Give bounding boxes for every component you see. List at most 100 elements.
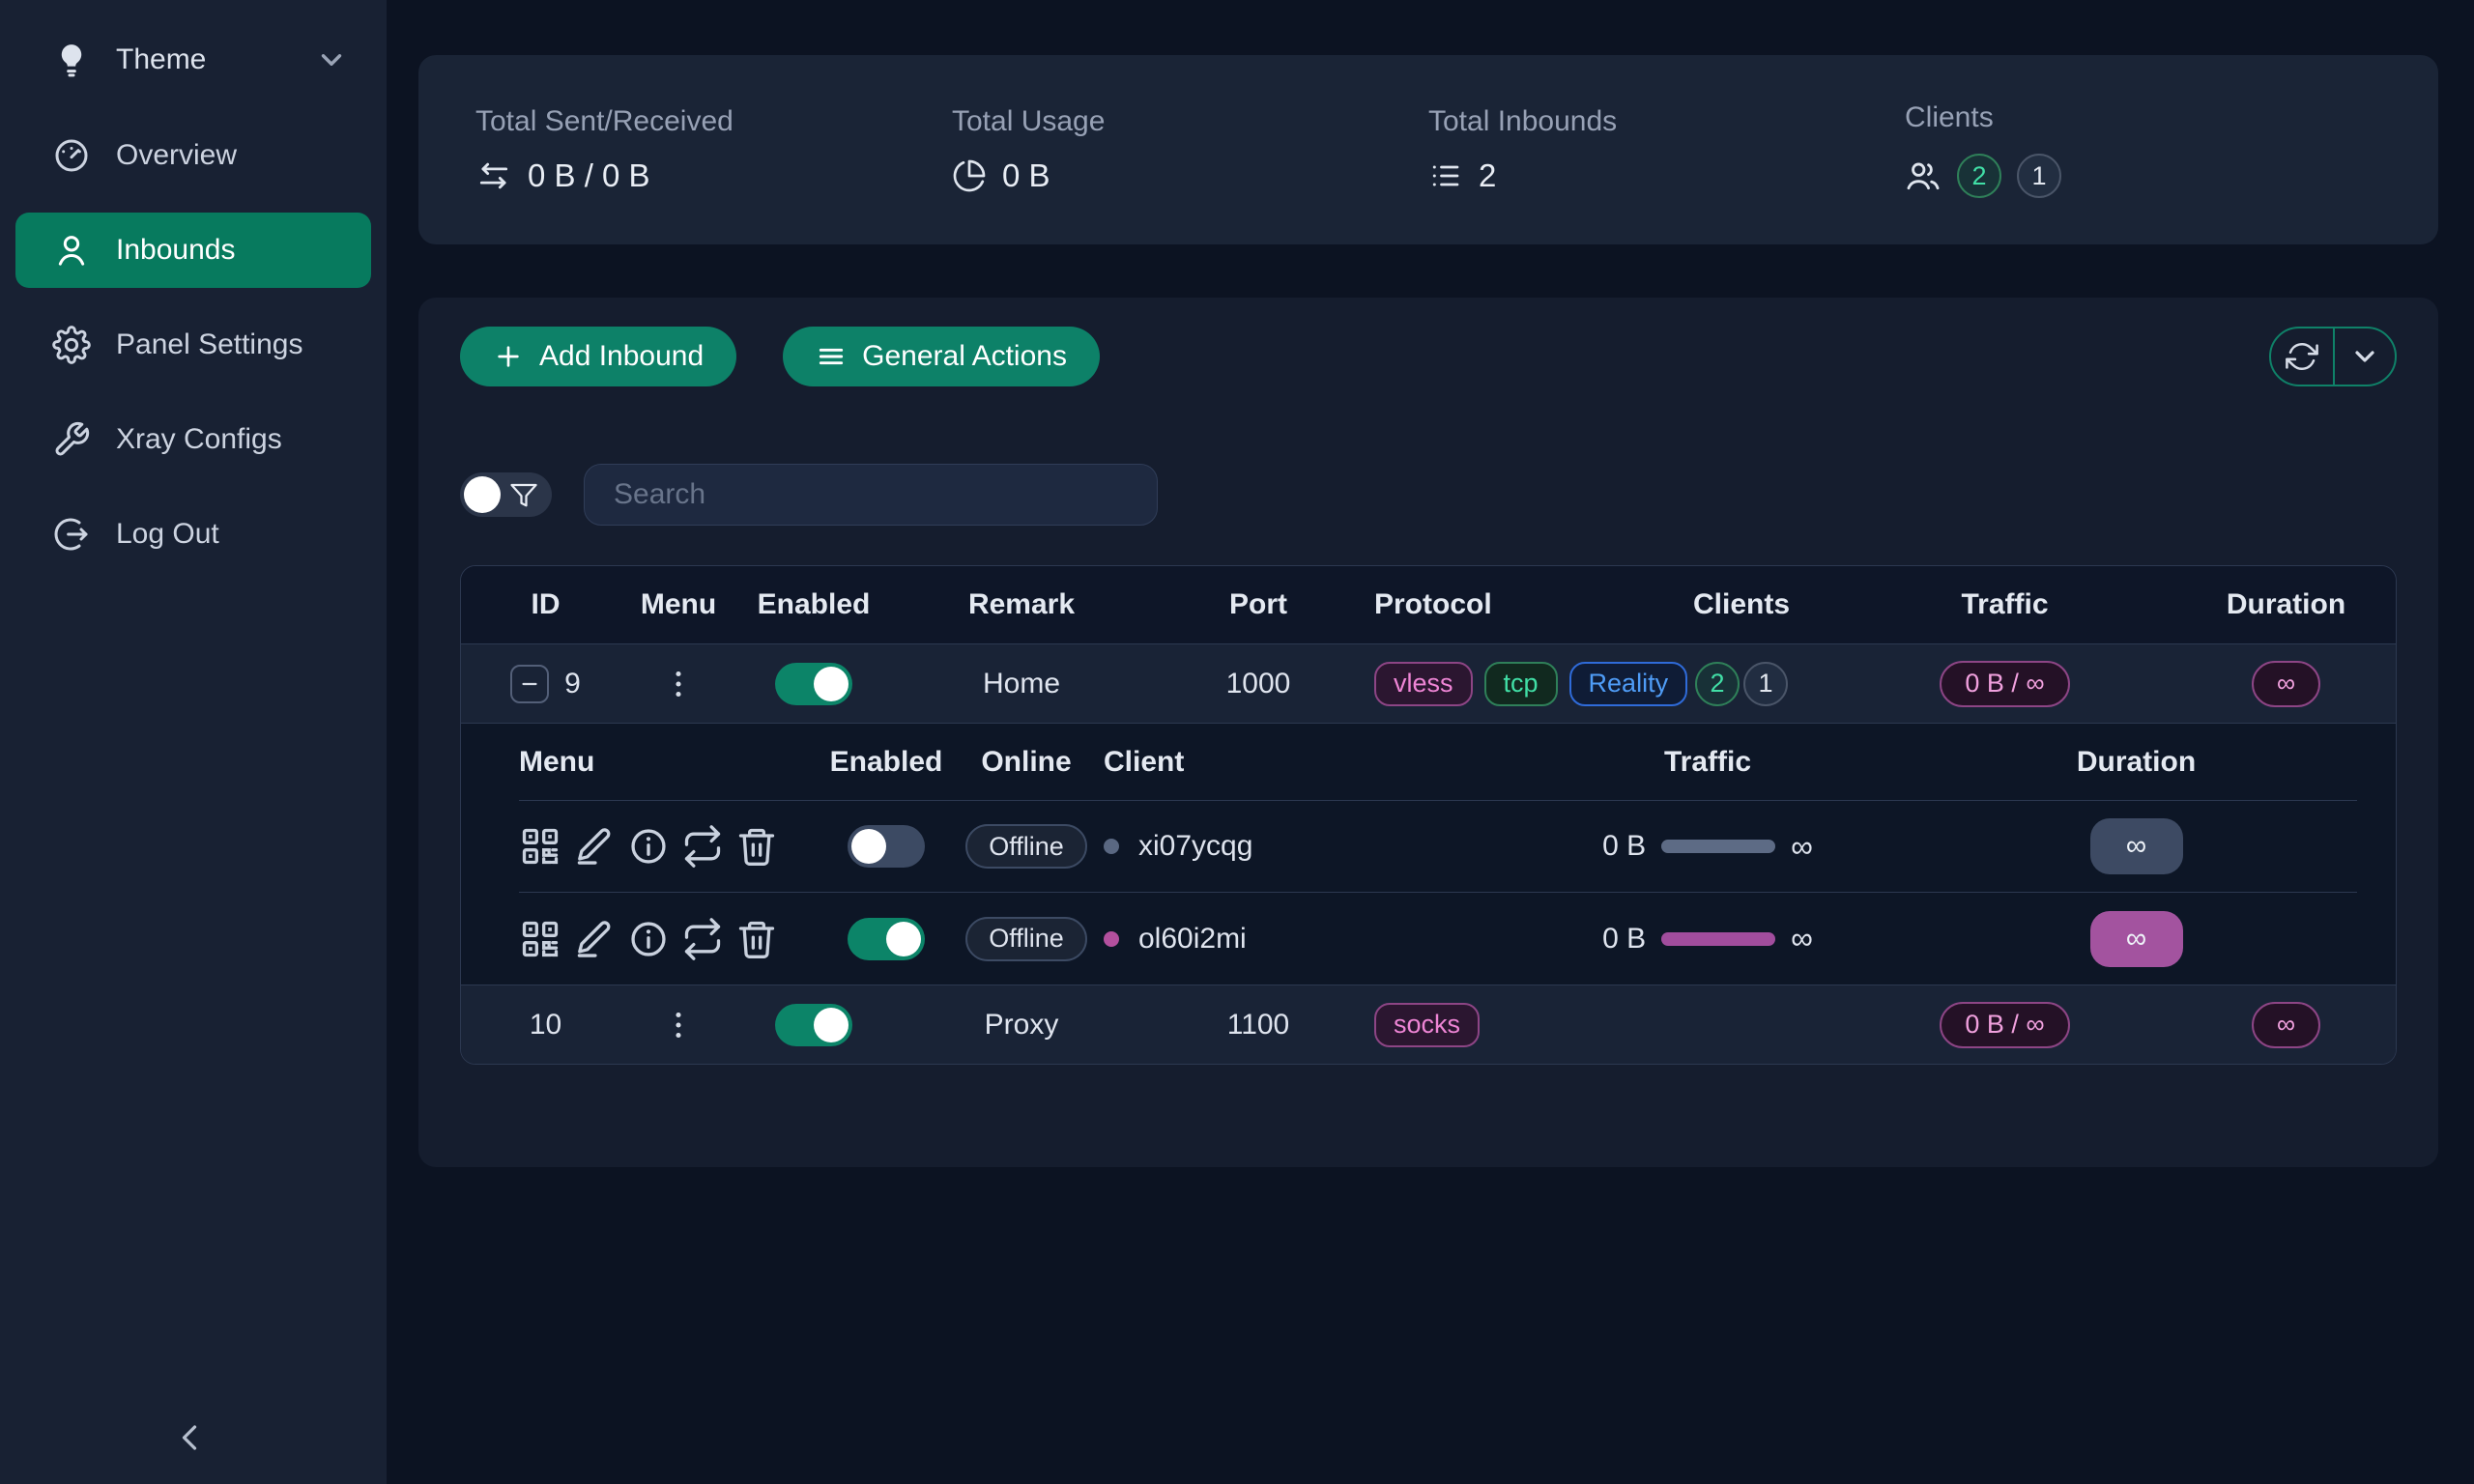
client-enabled-cell (823, 893, 949, 985)
enabled-toggle[interactable] (775, 663, 852, 705)
duration-badge[interactable]: ∞ (2252, 661, 2320, 707)
col-header-protocol: Protocol (1374, 566, 1650, 643)
funnel-icon (501, 480, 538, 509)
stat-total-sent-received: Total Sent/Received 0 B / 0 B (475, 105, 952, 194)
refresh-icon (2286, 340, 2318, 373)
sidebar-item-panel-settings[interactable]: Panel Settings (15, 307, 371, 383)
duration-badge[interactable]: ∞ (2252, 1002, 2320, 1048)
inbounds-card: Add Inbound General Actions (418, 298, 2438, 1167)
info-button[interactable] (627, 918, 670, 960)
qr-code-button[interactable] (519, 918, 561, 960)
col-header-traffic: Traffic (1833, 566, 2176, 643)
clients-online-badge: 2 (1957, 154, 2001, 198)
filter-toggle[interactable] (460, 472, 552, 517)
sidebar-collapse-button[interactable] (162, 1411, 216, 1465)
search-input[interactable] (584, 464, 1158, 526)
stat-total-usage: Total Usage 0 B (952, 105, 1428, 194)
table-header-row: ID Menu Enabled Remark Port Protocol Cli… (461, 566, 2396, 643)
client-traffic-cell: 0 B ∞ (1500, 801, 1915, 892)
enabled-cell (727, 644, 901, 723)
collapse-row-button[interactable] (510, 665, 549, 703)
refresh-button[interactable] (2271, 328, 2333, 385)
client-actions-cell (519, 801, 823, 892)
add-inbound-button[interactable]: Add Inbound (460, 327, 736, 386)
client-duration-cell: ∞ (1915, 801, 2357, 892)
clients-cell (1650, 985, 1833, 1064)
duration-badge[interactable]: ∞ (2090, 818, 2183, 874)
online-status-badge: Offline (965, 917, 1087, 961)
theme-label: Theme (116, 43, 290, 76)
logout-icon (52, 515, 91, 554)
subcol-header-online: Online (949, 724, 1104, 800)
protocol-cell: socks (1374, 985, 1650, 1064)
duration-badge[interactable]: ∞ (2090, 911, 2183, 967)
clients-deactive-badge: 1 (2017, 154, 2061, 198)
chevron-down-icon (315, 43, 348, 76)
traffic-badge: 0 B / ∞ (1940, 1002, 2069, 1048)
toggle-knob (851, 829, 886, 864)
delete-button[interactable] (735, 825, 778, 868)
protocol-tag: socks (1374, 1003, 1480, 1047)
client-online-cell: Offline (949, 893, 1104, 985)
duration-cell: ∞ (2176, 985, 2396, 1064)
sidebar-item-log-out[interactable]: Log Out (15, 497, 371, 572)
plus-icon (493, 341, 524, 372)
client-row: Offline ol60i2mi 0 B ∞ ∞ (519, 893, 2357, 985)
qr-code-button[interactable] (519, 825, 561, 868)
client-enabled-toggle[interactable] (848, 918, 925, 960)
refresh-dropdown-button[interactable] (2333, 328, 2395, 385)
stat-total-inbounds: Total Inbounds 2 (1428, 105, 1905, 194)
row-menu-button[interactable] (630, 644, 727, 723)
col-header-id: ID (461, 566, 630, 643)
client-row: Offline xi07ycqg 0 B ∞ ∞ (519, 801, 2357, 893)
reset-traffic-button[interactable] (681, 825, 724, 868)
traffic-progress-bar (1661, 840, 1775, 853)
theme-selector[interactable]: Theme (0, 0, 387, 79)
lightbulb-icon (52, 41, 91, 79)
subcol-header-enabled: Enabled (823, 724, 949, 800)
remark-cell: Proxy (901, 985, 1142, 1064)
online-status-badge: Offline (965, 824, 1087, 869)
sidebar-item-xray-configs[interactable]: Xray Configs (15, 402, 371, 477)
gauge-icon (52, 136, 91, 175)
enabled-cell (727, 985, 901, 1064)
traffic-badge: 0 B / ∞ (1940, 661, 2069, 707)
row-menu-button[interactable] (630, 985, 727, 1064)
delete-button[interactable] (735, 918, 778, 960)
traffic-limit: ∞ (1791, 921, 1813, 956)
main-content: Total Sent/Received 0 B / 0 B Total Usag… (387, 0, 2474, 1484)
chevron-left-icon (168, 1416, 211, 1459)
client-enabled-cell (823, 801, 949, 892)
toggle-knob (464, 476, 501, 513)
traffic-used: 0 B (1602, 830, 1646, 863)
client-status-dot (1104, 839, 1119, 854)
reset-traffic-button[interactable] (681, 918, 724, 960)
refresh-button-group (2269, 327, 2397, 386)
stat-clients: Clients 2 1 (1905, 101, 2381, 198)
sidebar: Theme Overview Inbounds Panel Settings X… (0, 0, 387, 1484)
sidebar-item-label: Xray Configs (116, 423, 282, 456)
col-header-duration: Duration (2176, 566, 2396, 643)
enabled-toggle[interactable] (775, 1004, 852, 1046)
edit-button[interactable] (573, 825, 616, 868)
subcol-header-duration: Duration (1915, 724, 2357, 800)
list-icon (1428, 158, 1463, 193)
stat-value: 0 B / 0 B (528, 157, 650, 194)
sidebar-item-inbounds[interactable]: Inbounds (15, 213, 371, 288)
toggle-knob (814, 667, 849, 701)
toolbar: Add Inbound General Actions (460, 327, 2397, 386)
inbound-id: 9 (564, 668, 581, 700)
general-actions-button[interactable]: General Actions (783, 327, 1100, 386)
protocol-tag: tcp (1484, 662, 1558, 706)
stats-card: Total Sent/Received 0 B / 0 B Total Usag… (418, 55, 2438, 244)
info-button[interactable] (627, 825, 670, 868)
sidebar-item-overview[interactable]: Overview (15, 118, 371, 193)
table-row: 9 Home 1000 vless tcp Reality 2 1 (461, 643, 2396, 723)
pie-chart-icon (952, 158, 987, 193)
client-enabled-toggle[interactable] (848, 825, 925, 868)
person-icon (52, 231, 91, 270)
col-header-menu: Menu (630, 566, 727, 643)
edit-button[interactable] (573, 918, 616, 960)
inbounds-table: ID Menu Enabled Remark Port Protocol Cli… (460, 565, 2397, 1065)
hamburger-icon (816, 341, 847, 372)
